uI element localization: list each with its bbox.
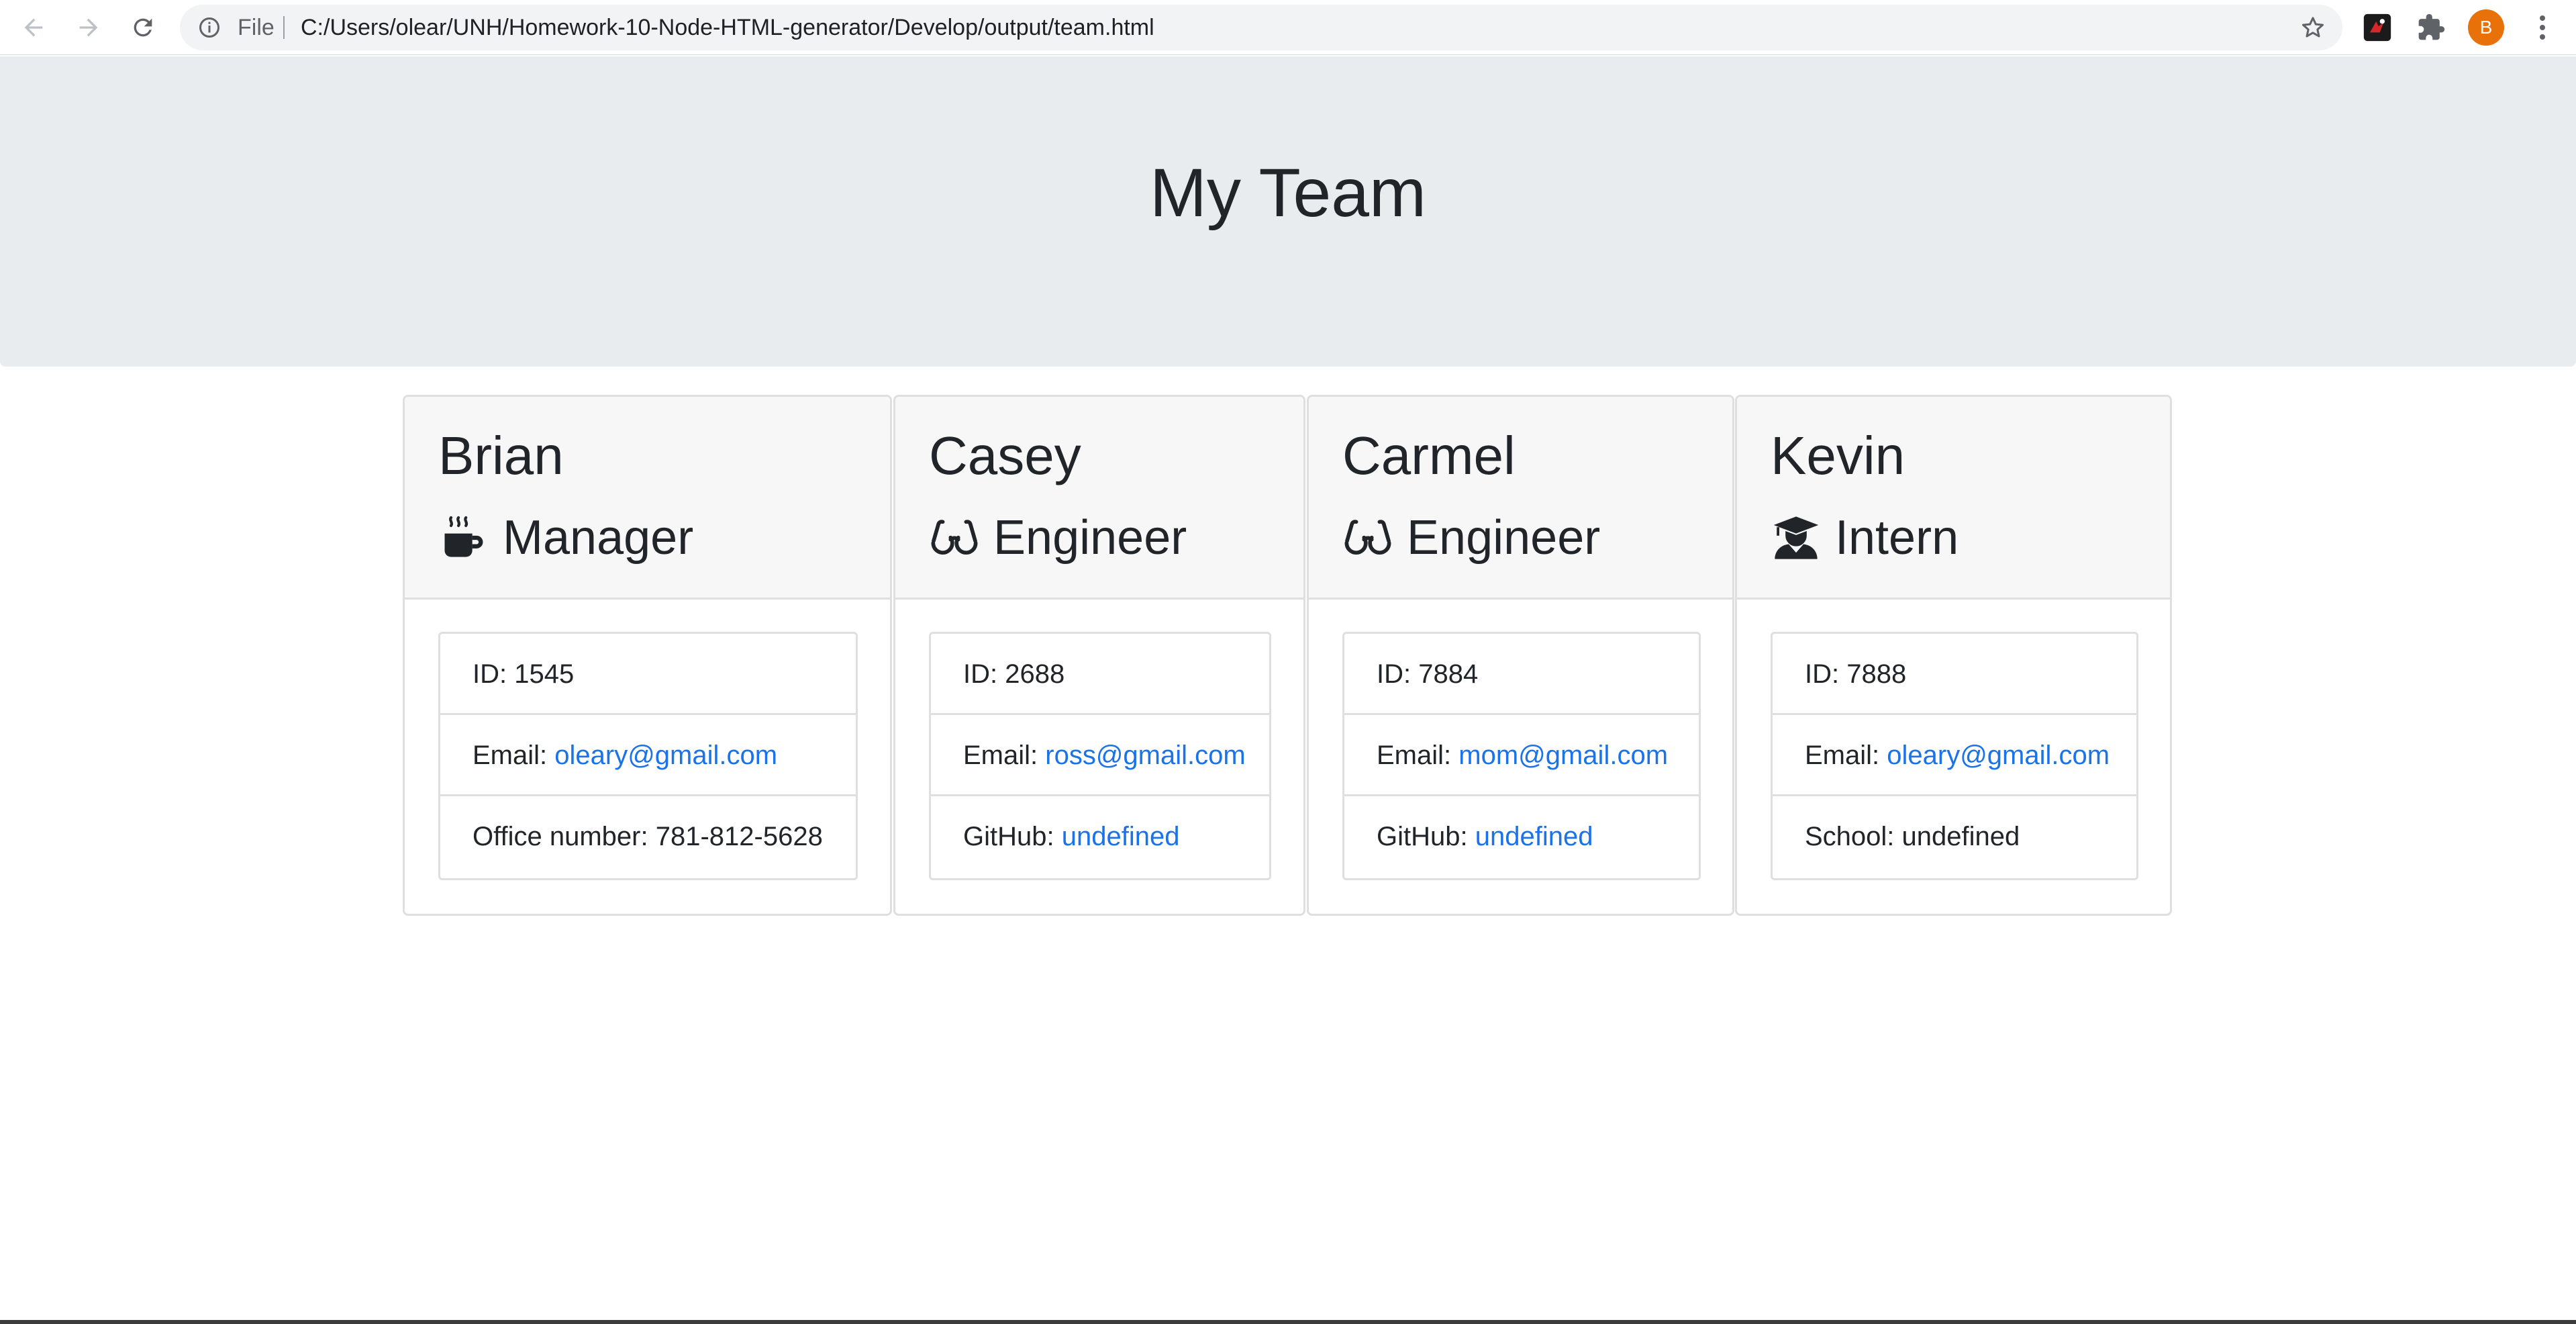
employee-card: Casey Engineer ID: 2688 Email: ross@gmai… [893,395,1305,916]
address-bar[interactable]: File C:/Users/olear/UNH/Homework-10-Node… [180,5,2342,50]
reload-icon [134,18,152,37]
email-prefix: Email: [963,741,1046,770]
employee-name: Kevin [1771,426,1905,485]
arrow-left-icon [24,18,43,37]
employee-name: Casey [929,426,1081,485]
employee-name: Brian [438,426,564,485]
puzzle-icon[interactable] [2416,13,2446,42]
office-prefix: Office number: [473,822,656,851]
card-header: Casey Engineer [895,397,1303,600]
github-link[interactable]: undefined [1062,822,1180,851]
employee-role: Intern [1771,506,1959,570]
info-icon[interactable] [197,15,221,40]
email-link[interactable]: ross@gmail.com [1045,741,1245,770]
glasses-icon [1344,520,1391,555]
employee-card: Brian Manager ID: 1545 Email: oleary@gma… [403,395,892,916]
school-prefix: School: [1805,822,1902,851]
role-label: Intern [1835,511,1959,565]
email-item: Email: oleary@gmail.com [440,715,856,796]
email-link[interactable]: oleary@gmail.com [554,741,777,770]
glasses-icon [931,520,978,555]
employee-role: Manager [438,506,693,570]
info-list: ID: 1545 Email: oleary@gmail.com Office … [438,632,858,880]
browser-toolbar: File C:/Users/olear/UNH/Homework-10-Node… [0,0,2576,55]
info-list: ID: 2688 Email: ross@gmail.com GitHub: u… [929,632,1271,880]
taskbar-edge [0,1320,2576,1324]
forward-button[interactable] [70,9,107,46]
email-prefix: Email: [473,741,555,770]
card-header: Kevin Intern [1737,397,2170,600]
employee-name: Carmel [1342,426,1516,485]
more-vert-icon[interactable] [2526,11,2559,44]
github-prefix: GitHub: [963,822,1062,851]
page-title: My Team [1150,154,1426,231]
role-label: Engineer [993,511,1187,565]
email-item: Email: oleary@gmail.com [1773,715,2136,796]
employee-card: Carmel Engineer ID: 7884 Email: mom@gmai… [1307,395,1734,916]
url-text[interactable]: C:/Users/olear/UNH/Homework-10-Node-HTML… [301,5,1154,50]
card-header: Brian Manager [405,397,890,600]
school-item: School: undefined [1773,796,2136,878]
star-icon[interactable] [2299,14,2326,41]
profile-avatar[interactable]: B [2468,9,2504,46]
github-prefix: GitHub: [1377,822,1475,851]
card-header: Carmel Engineer [1309,397,1732,600]
email-link[interactable]: oleary@gmail.com [1887,741,2110,770]
info-list: ID: 7888 Email: oleary@gmail.com School:… [1771,632,2138,880]
id-item: ID: 2688 [931,634,1269,715]
employee-role: Engineer [929,506,1187,570]
extension-logo-icon[interactable] [2363,13,2392,42]
reload-button[interactable] [124,9,162,46]
id-item: ID: 7888 [1773,634,2136,715]
divider [283,16,285,39]
github-item: GitHub: undefined [1344,796,1699,878]
email-item: Email: ross@gmail.com [931,715,1269,796]
email-prefix: Email: [1377,741,1459,770]
school-value: undefined [1901,822,2020,851]
arrow-right-icon [79,18,98,37]
info-list: ID: 7884 Email: mom@gmail.com GitHub: un… [1342,632,1701,880]
role-label: Engineer [1407,511,1601,565]
email-link[interactable]: mom@gmail.com [1458,741,1668,770]
role-label: Manager [503,511,694,565]
email-item: Email: mom@gmail.com [1344,715,1699,796]
scheme-label: File [238,15,275,40]
id-item: ID: 1545 [440,634,856,715]
github-link[interactable]: undefined [1475,822,1593,851]
employee-card: Kevin Intern ID: 7888 Email: oleary@gmai… [1735,395,2172,916]
graduate-icon [1773,516,1819,559]
back-button[interactable] [15,9,52,46]
mug-icon [444,516,483,557]
office-number-value: 781-812-5628 [655,822,823,851]
office-number-item: Office number: 781-812-5628 [440,796,856,878]
id-item: ID: 7884 [1344,634,1699,715]
employee-role: Engineer [1342,506,1600,570]
email-prefix: Email: [1805,741,1887,770]
github-item: GitHub: undefined [931,796,1269,878]
